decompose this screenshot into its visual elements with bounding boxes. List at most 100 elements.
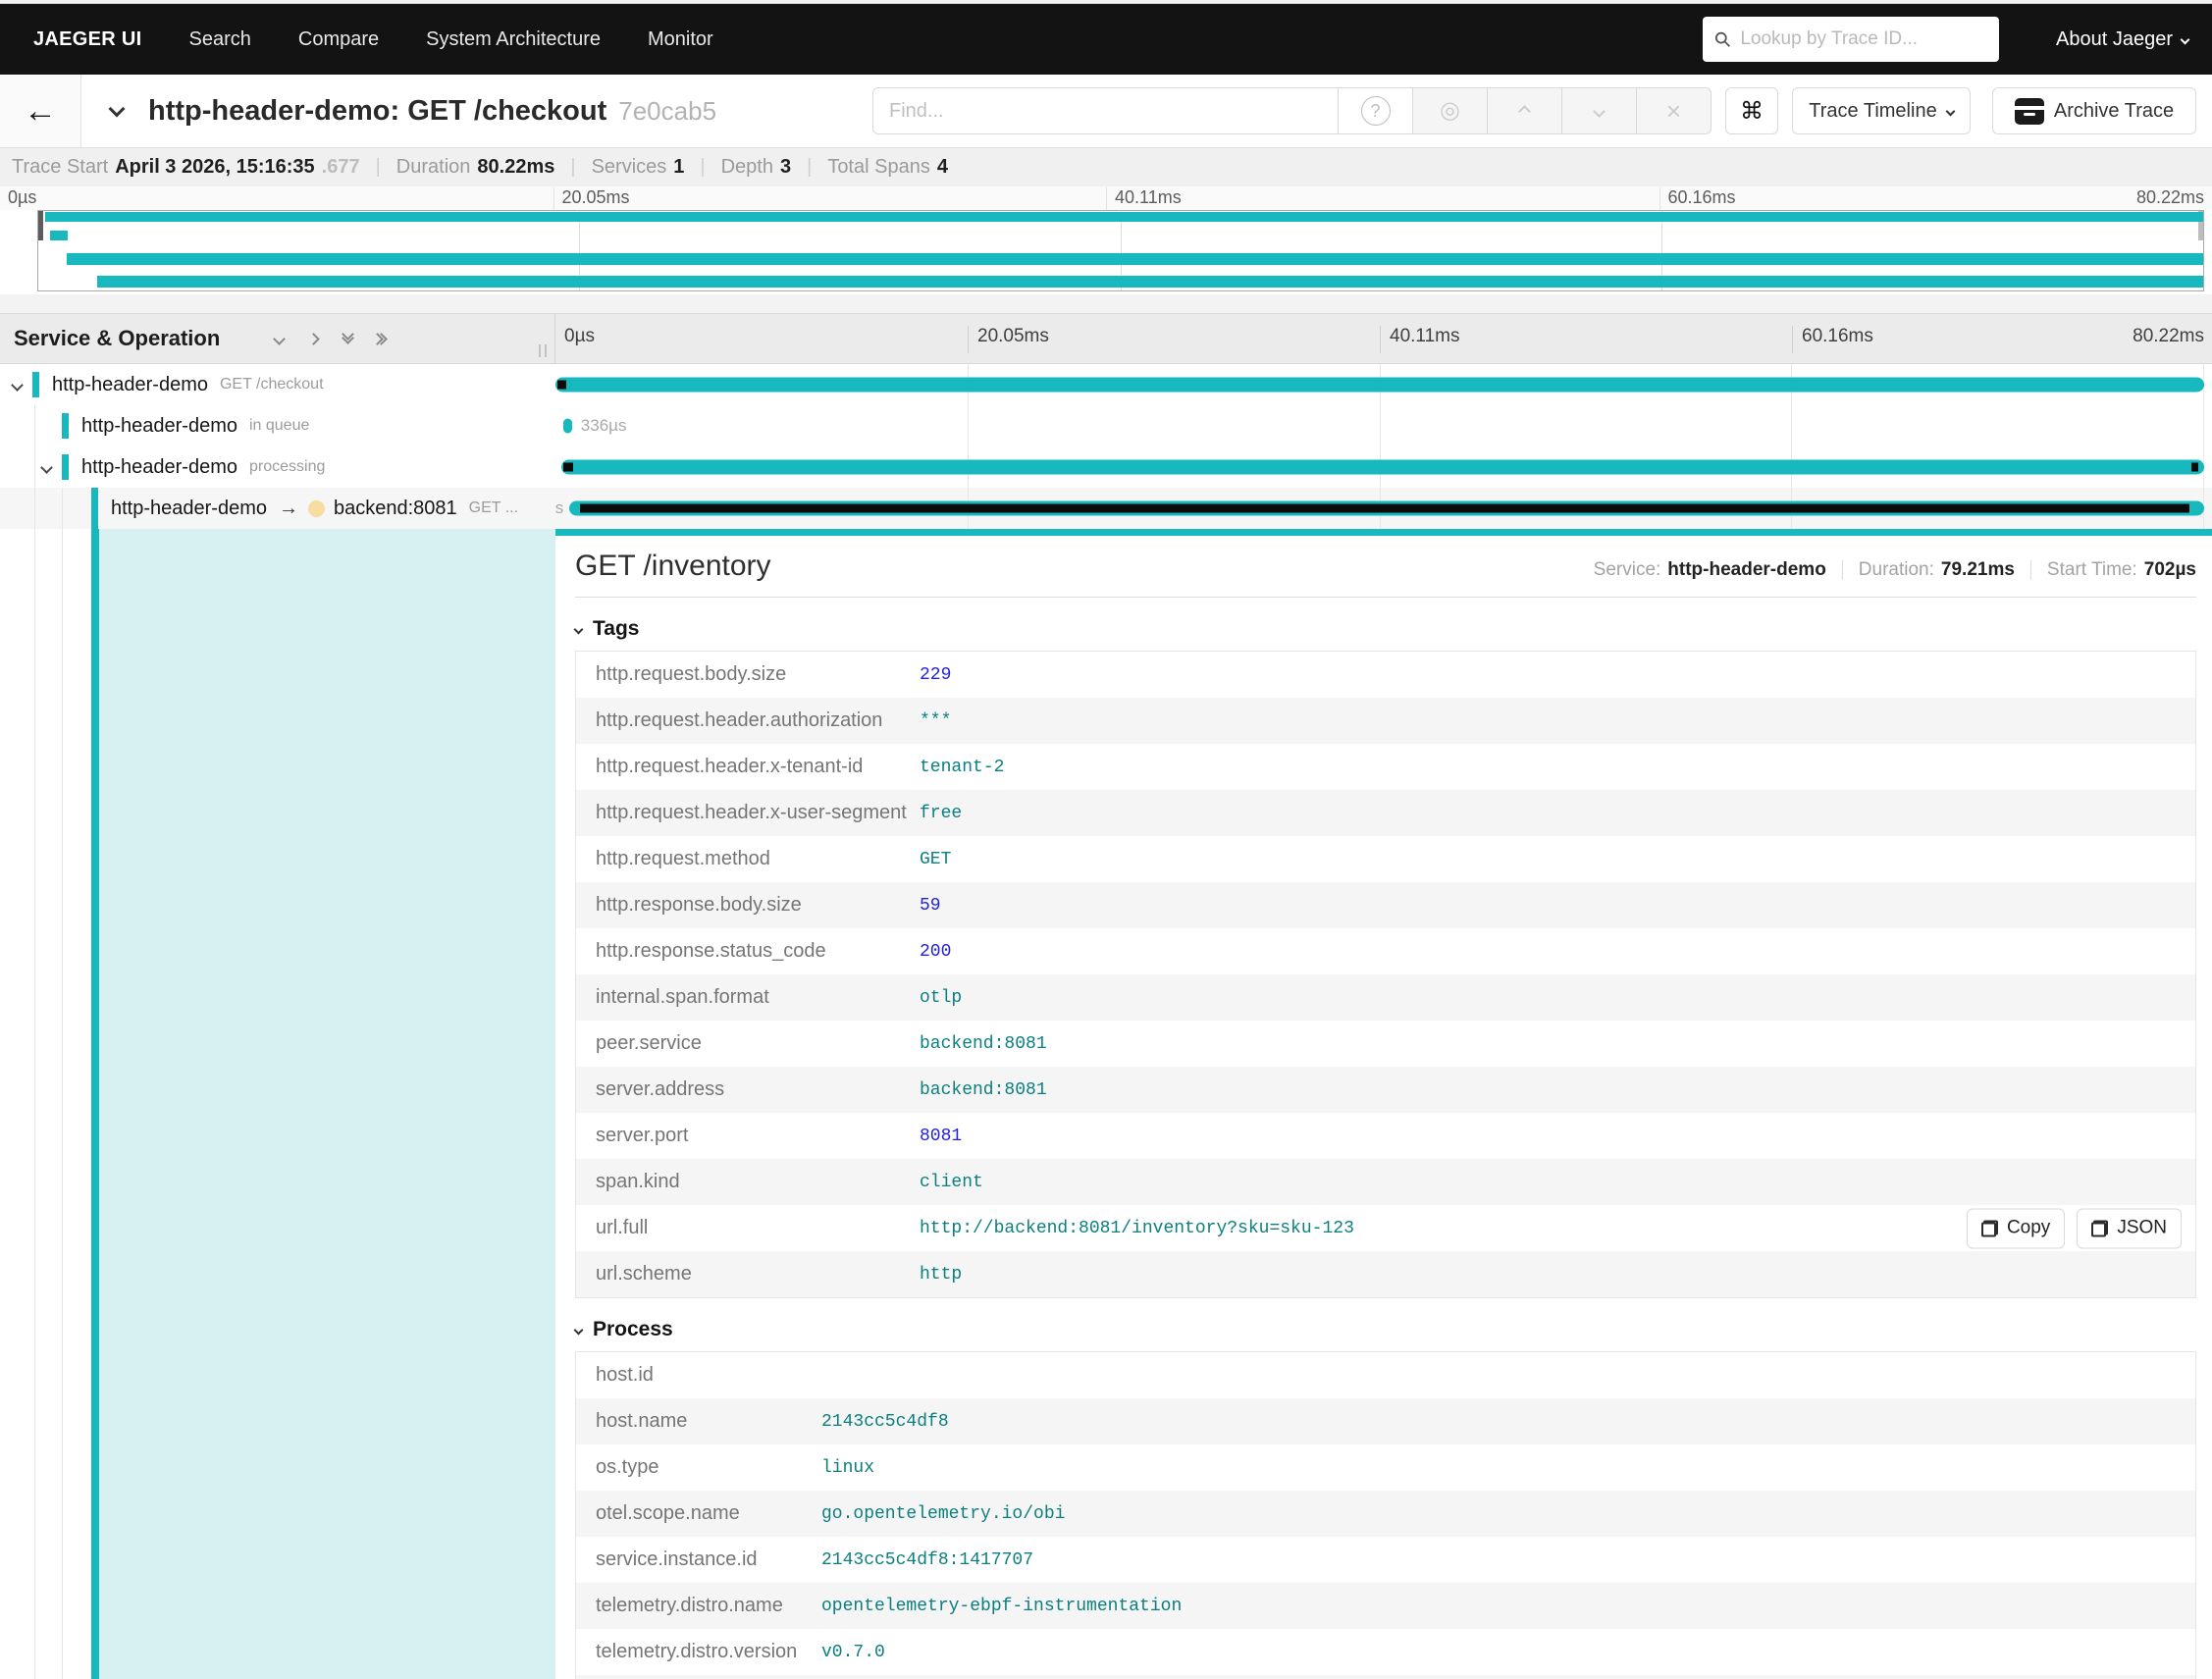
tag-value: backend:8081	[920, 1033, 1047, 1054]
tag-row: http.request.header.authorization *** Co…	[576, 698, 2195, 744]
arrow-right-icon: →	[278, 497, 298, 519]
tag-key: http.response.status_code	[596, 940, 826, 962]
tag-row: internal.span.format otlp Copy JSON	[576, 974, 2195, 1021]
span-detail-meta: Service: http-header-demo Duration: 79.21m…	[1593, 559, 2196, 580]
timeline-tick: 20.05ms	[968, 326, 1049, 353]
divider	[575, 597, 2196, 598]
service-color-bar	[32, 372, 39, 397]
keyboard-shortcuts-button[interactable]: ⌘	[1725, 87, 1778, 134]
trace-summary-bar: Trace Start April 3 2026, 15:16:35.677 | …	[0, 147, 2212, 186]
span-operation: in queue	[248, 417, 310, 434]
tag-key: server.port	[596, 1125, 689, 1146]
tag-value: http://backend:8081/inventory?sku=sku-12…	[920, 1218, 1354, 1238]
span-detail-panel: GET /inventory Service: http-header-demo …	[555, 529, 2212, 1679]
nav-item-compare[interactable]: Compare	[298, 28, 379, 51]
tags-section-toggle[interactable]: Tags	[573, 617, 2196, 641]
process-table: host.id host.name 2143cc5c4df8 os.type l…	[575, 1351, 2196, 1679]
command-icon: ⌘	[1740, 97, 1764, 125]
collapse-one-icon[interactable]	[273, 332, 287, 345]
nav-item-system-architecture[interactable]: System Architecture	[426, 28, 601, 51]
trace-services: Services 1	[591, 156, 685, 178]
process-row: service.instance.id 2143cc5c4df8:1417707	[576, 1537, 2195, 1583]
chevron-down-icon[interactable]	[40, 460, 53, 474]
span-bar-cell[interactable]	[555, 364, 2204, 405]
chevron-down-icon	[1593, 104, 1606, 118]
tag-key: peer.service	[596, 1032, 702, 1054]
span-bar[interactable]	[560, 459, 2204, 475]
timeline-tick: 60.16ms	[1792, 326, 1873, 353]
tag-row: server.address backend:8081 Copy JSON	[576, 1067, 2195, 1113]
process-section-toggle[interactable]: Process	[573, 1318, 2196, 1341]
tag-value: backend:8081	[920, 1079, 1047, 1100]
tag-value: client	[920, 1172, 983, 1192]
trace-view-select[interactable]: Trace Timeline	[1792, 87, 1971, 134]
archive-trace-button[interactable]: Archive Trace	[1992, 87, 2196, 134]
child-time-mark	[580, 503, 2189, 513]
minimap-span-bar	[66, 253, 2203, 265]
span-service: http-header-demo	[81, 414, 237, 437]
chevron-down-icon	[108, 100, 126, 118]
find-clear-button[interactable]: ×	[1637, 87, 1712, 134]
trace-id-lookup-input[interactable]	[1740, 28, 1988, 50]
collapse-all-icon[interactable]	[342, 328, 355, 344]
span-duration-label: 336µs	[580, 416, 627, 435]
minimap-viewport[interactable]	[37, 210, 2204, 291]
span-bar[interactable]	[555, 377, 2204, 393]
search-icon	[1714, 31, 1731, 47]
about-jaeger-menu[interactable]: About Jaeger	[2056, 28, 2190, 51]
find-input[interactable]	[872, 87, 1339, 134]
trace-minimap[interactable]	[0, 210, 2212, 294]
process-value: 2143cc5c4df8:1417707	[821, 1549, 1034, 1570]
clipped-table-row	[576, 1675, 2195, 1679]
span-row-in-queue[interactable]: http-header-demo in queue 336µs	[0, 405, 2212, 446]
timeline-tick: 0µs	[564, 326, 596, 346]
copy-value-button[interactable]: Copy	[1966, 1208, 2066, 1248]
span-bar[interactable]	[563, 418, 572, 434]
find-focus-button[interactable]: ◎	[1413, 87, 1488, 134]
find-prev-button[interactable]	[1488, 87, 1562, 134]
find-next-button[interactable]	[1562, 87, 1637, 134]
span-duration-label: 79.21ms	[555, 498, 564, 517]
span-row-checkout[interactable]: http-header-demo GET /checkout	[0, 364, 2212, 405]
expand-all-icon[interactable]	[371, 332, 389, 345]
help-icon: ?	[1360, 96, 1391, 126]
tag-value: 59	[920, 895, 941, 916]
tag-key: http.request.header.x-user-segment	[596, 802, 907, 823]
back-button[interactable]: ←	[0, 75, 81, 147]
minimap-left-scrubber[interactable]	[38, 211, 43, 240]
span-bar-cell[interactable]: 336µs	[555, 405, 2204, 446]
child-time-mark	[2190, 462, 2199, 472]
process-row: host.id	[576, 1352, 2195, 1398]
tag-row: http.request.method GET Copy JSON	[576, 836, 2195, 882]
tag-key: http.request.method	[596, 848, 770, 869]
nav-item-monitor[interactable]: Monitor	[648, 28, 713, 51]
service-color-bar	[91, 488, 98, 529]
column-resizer[interactable]	[539, 344, 547, 357]
nav-item-search[interactable]: Search	[189, 28, 251, 51]
process-value: go.opentelemetry.io/obi	[821, 1503, 1066, 1524]
chevron-down-icon	[573, 1325, 584, 1335]
minimap-span-bar	[50, 231, 68, 240]
trace-id-short: 7e0cab5	[618, 95, 717, 126]
span-service: http-header-demo	[52, 373, 208, 395]
minimap-ruler: 0µs 20.05ms 40.11ms 60.16ms 80.22ms	[0, 186, 2212, 211]
process-row: telemetry.distro.name opentelemetry-ebpf…	[576, 1583, 2195, 1629]
trace-collapse-toggle[interactable]	[108, 100, 126, 120]
span-bar-cell[interactable]	[555, 446, 2204, 488]
trace-id-lookup[interactable]	[1703, 17, 2000, 62]
process-key: host.id	[596, 1364, 654, 1386]
span-row-backend-call[interactable]: http-header-demo → backend:8081 GET ... …	[0, 488, 2212, 529]
span-row-processing[interactable]: http-header-demo processing	[0, 446, 2212, 488]
tag-value: tenant-2	[920, 757, 1005, 777]
process-key: service.instance.id	[596, 1548, 758, 1570]
find-help-button[interactable]: ?	[1339, 87, 1413, 134]
ruler-tick: 0µs	[8, 187, 37, 207]
span-service: http-header-demo	[111, 497, 267, 519]
chevron-down-icon[interactable]	[11, 378, 24, 392]
chevron-down-icon	[2180, 34, 2190, 44]
span-operation: processing	[248, 458, 326, 475]
expand-one-icon[interactable]	[307, 332, 321, 345]
tag-key: http.response.body.size	[596, 894, 802, 916]
span-bar-cell[interactable]: 79.21ms	[555, 488, 2204, 529]
copy-json-button[interactable]: JSON	[2077, 1208, 2182, 1248]
